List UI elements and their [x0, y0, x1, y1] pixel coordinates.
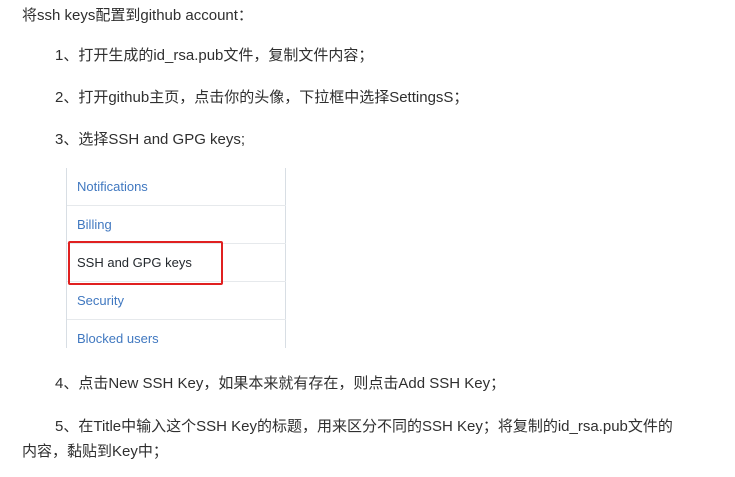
step-5-text-line-2: 内容，黏贴到Key中； [22, 443, 168, 460]
menu-item-notifications[interactable]: Notifications [67, 168, 286, 206]
highlight-box [68, 241, 223, 285]
step-3-text: 3、选择SSH and GPG keys; [55, 131, 246, 148]
menu-item-billing[interactable]: Billing [67, 206, 286, 244]
step-4-text: 4、点击New SSH Key，如果本来就有存在，则点击Add SSH Key； [55, 375, 506, 392]
menu-item-security[interactable]: Security [67, 282, 286, 320]
step-2-text: 2、打开github主页，点击你的头像，下拉框中选择SettingsS； [55, 89, 469, 106]
step-5-text-line-1: 5、在Title中输入这个SSH Key的标题，用来区分不同的SSH Key；将… [55, 418, 673, 435]
menu-item-blocked-users[interactable]: Blocked users [67, 320, 286, 358]
step-1-text: 1、打开生成的id_rsa.pub文件，复制文件内容； [55, 47, 374, 64]
intro-text: 将ssh keys配置到github account： [22, 7, 253, 24]
